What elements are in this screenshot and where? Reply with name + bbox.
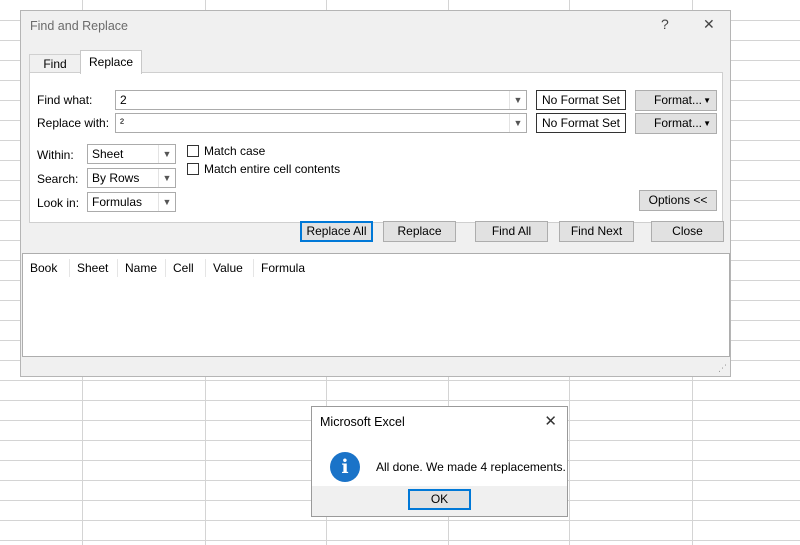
chevron-down-icon[interactable]: ▼ <box>158 169 175 187</box>
dropdown-arrow-icon: ▼ <box>703 96 711 105</box>
message-footer: OK <box>312 486 567 516</box>
replace-with-label: Replace with: <box>37 116 110 130</box>
find-what-label: Find what: <box>37 93 93 107</box>
within-select[interactable]: Sheet ▼ <box>87 144 176 164</box>
help-button[interactable]: ? <box>661 16 669 32</box>
column-header-book[interactable]: Book <box>23 259 70 277</box>
find-what-input[interactable]: 2 ▼ <box>115 90 527 110</box>
match-entire-label[interactable]: Match entire cell contents <box>204 162 340 176</box>
column-header-cell[interactable]: Cell <box>166 259 206 277</box>
search-select[interactable]: By Rows ▼ <box>87 168 176 188</box>
chevron-down-icon[interactable]: ▼ <box>158 145 175 163</box>
find-format-button[interactable]: Format... ▼ <box>635 90 717 111</box>
tab-replace[interactable]: Replace <box>80 50 142 74</box>
replace-format-button[interactable]: Format... ▼ <box>635 113 717 134</box>
ok-button[interactable]: OK <box>408 489 471 510</box>
find-next-button[interactable]: Find Next <box>559 221 634 242</box>
replace-panel: Find what: 2 ▼ No Format Set Format... ▼… <box>29 72 723 223</box>
match-case-label[interactable]: Match case <box>204 144 265 158</box>
search-label: Search: <box>37 172 79 186</box>
close-message-button[interactable]: ✕ <box>544 412 557 430</box>
chevron-down-icon[interactable]: ▼ <box>509 114 526 132</box>
message-text: All done. We made 4 replacements. <box>376 460 566 474</box>
results-list[interactable]: Book Sheet Name Cell Value Formula <box>22 253 730 357</box>
within-label: Within: <box>37 148 74 162</box>
replace-format-status: No Format Set <box>536 113 626 133</box>
column-header-name[interactable]: Name <box>118 259 166 277</box>
column-header-value[interactable]: Value <box>206 259 254 277</box>
replace-all-button[interactable]: Replace All <box>300 221 373 242</box>
message-box-title: Microsoft Excel <box>320 415 405 429</box>
close-button[interactable]: Close <box>651 221 724 242</box>
chevron-down-icon[interactable]: ▼ <box>509 91 526 109</box>
column-header-formula[interactable]: Formula <box>254 259 324 277</box>
find-replace-dialog: Find and Replace ? ✕ Find Replace Find w… <box>20 10 731 377</box>
replace-button[interactable]: Replace <box>383 221 456 242</box>
info-icon: i <box>330 452 360 482</box>
close-dialog-button[interactable]: ✕ <box>703 16 715 33</box>
match-entire-checkbox[interactable] <box>187 163 199 175</box>
look-in-select[interactable]: Formulas ▼ <box>87 192 176 212</box>
look-in-label: Look in: <box>37 196 80 210</box>
column-header-sheet[interactable]: Sheet <box>70 259 118 277</box>
options-button[interactable]: Options << <box>639 190 717 211</box>
find-all-button[interactable]: Find All <box>475 221 548 242</box>
resize-grip-icon[interactable]: ⋰ <box>718 363 727 374</box>
match-case-checkbox[interactable] <box>187 145 199 157</box>
message-box: Microsoft Excel ✕ i All done. We made 4 … <box>311 406 568 517</box>
find-format-status: No Format Set <box>536 90 626 110</box>
dropdown-arrow-icon: ▼ <box>703 119 711 128</box>
tab-find[interactable]: Find <box>29 54 81 73</box>
status-bar: ⋰ <box>21 358 730 376</box>
replace-with-input[interactable]: ² ▼ <box>115 113 527 133</box>
dialog-title: Find and Replace <box>30 19 128 33</box>
chevron-down-icon[interactable]: ▼ <box>158 193 175 211</box>
